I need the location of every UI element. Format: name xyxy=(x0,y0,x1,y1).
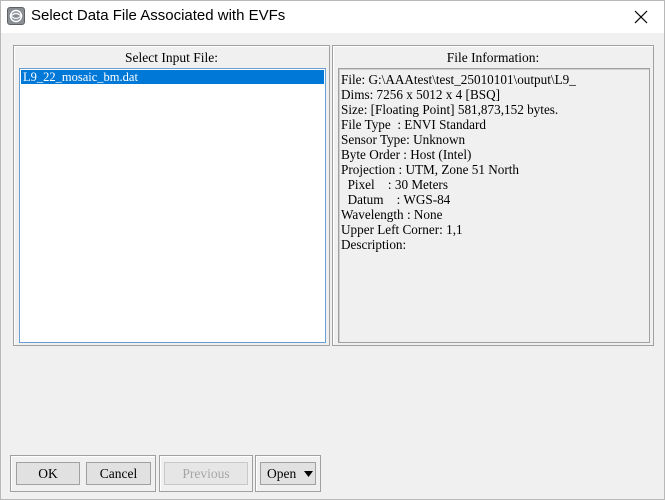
info-line-file: File: G:\AAAtest\test_25010101\output\L9… xyxy=(341,72,576,87)
info-line-byte-order: Byte Order : Host (Intel) xyxy=(341,147,472,162)
input-file-label: Select Input File: xyxy=(125,50,218,65)
info-line-size: Size: [Floating Point] 581,873,152 bytes… xyxy=(341,102,559,117)
previous-button[interactable]: Previous xyxy=(164,462,248,485)
file-info-text[interactable]: File: G:\AAAtest\test_25010101\output\L9… xyxy=(338,68,650,343)
info-line-projection: Projection : UTM, Zone 51 North xyxy=(341,162,520,177)
info-line-dims: Dims: 7256 x 5012 x 4 [BSQ] xyxy=(341,87,500,102)
info-line-wavelength: Wavelength : None xyxy=(341,207,443,222)
info-line-upper-left: Upper Left Corner: 1,1 xyxy=(341,222,463,237)
info-line-pixel: Pixel : 30 Meters xyxy=(341,177,448,192)
ok-button[interactable]: OK xyxy=(16,462,80,485)
info-line-description: Description: xyxy=(341,237,407,252)
dialog-window: Select Data File Associated with EVFs Se… xyxy=(0,0,665,500)
info-line-sensor-type: Sensor Type: Unknown xyxy=(341,132,466,147)
input-file-list[interactable]: L9_22_mosaic_bm.dat xyxy=(19,68,326,343)
file-info-label: File Information: xyxy=(446,50,540,65)
ok-cancel-group: OK Cancel xyxy=(10,455,156,492)
cancel-button[interactable]: Cancel xyxy=(86,462,151,485)
previous-group: Previous xyxy=(159,455,253,492)
close-icon xyxy=(634,10,648,24)
file-info-panel: File Information: File: G:\AAAtest\test_… xyxy=(332,45,654,346)
envi-app-icon xyxy=(7,7,25,25)
list-item[interactable]: L9_22_mosaic_bm.dat xyxy=(21,70,324,84)
open-menu-button[interactable]: Open xyxy=(260,462,316,485)
info-line-file-type: File Type : ENVI Standard xyxy=(341,117,486,132)
open-label: Open xyxy=(267,466,297,481)
input-file-panel: Select Input File: L9_22_mosaic_bm.dat xyxy=(13,45,330,346)
close-button[interactable] xyxy=(619,1,664,33)
title-bar[interactable]: Select Data File Associated with EVFs xyxy=(1,1,664,33)
info-line-datum: Datum : WGS-84 xyxy=(341,192,451,207)
open-group: Open xyxy=(255,455,321,492)
window-title: Select Data File Associated with EVFs xyxy=(31,7,286,24)
triangle-down-icon xyxy=(304,471,313,477)
